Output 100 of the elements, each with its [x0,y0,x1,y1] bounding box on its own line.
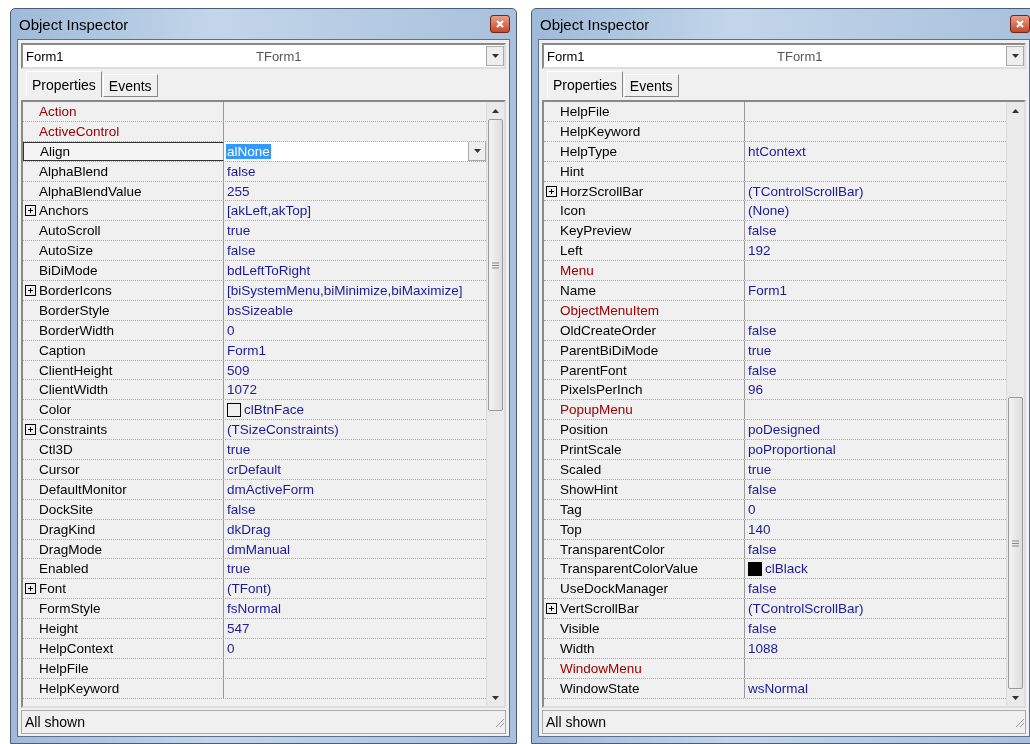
scrollbar[interactable] [486,102,504,706]
property-name[interactable]: Constraints [23,420,224,440]
window-title: Object Inspector [18,15,129,33]
property-name[interactable]: BorderWidth [23,320,224,340]
property-name[interactable]: Tag [544,499,745,519]
scroll-down-icon[interactable] [492,695,499,700]
property-name[interactable]: Top [544,519,745,539]
dropdown-button[interactable] [1006,46,1024,66]
property-value: (TControlScrollBar) [748,601,864,617]
property-name[interactable]: VertScrollBar [544,599,745,619]
scroll-down-icon[interactable] [1012,695,1019,700]
property-name[interactable]: ActiveControl [23,121,224,141]
expand-icon[interactable] [546,603,557,615]
property-name[interactable]: HelpFile [23,658,224,678]
property-name[interactable]: BorderIcons [23,281,224,300]
property-value: bsSizeable [227,302,294,318]
tab[interactable]: Properties [547,71,623,97]
property-name[interactable]: WindowState [544,678,745,698]
scroll-thumb[interactable] [1008,397,1023,689]
object-selector[interactable]: Form1 TForm1 [21,43,506,69]
expand-icon[interactable] [25,583,36,595]
property-name[interactable]: HelpKeyword [23,678,224,698]
property-name[interactable]: PopupMenu [544,400,745,420]
property-name[interactable]: AutoScroll [23,221,224,241]
object-type: TForm1 [777,48,824,64]
property-name[interactable]: DefaultMonitor [23,479,224,499]
property-name[interactable]: Anchors [23,201,224,221]
expand-icon[interactable] [25,205,36,217]
property-name[interactable]: HelpContext [23,639,224,658]
property-name[interactable]: TransparentColorValue [544,559,745,579]
expand-icon[interactable] [546,185,557,197]
property-name[interactable]: Height [23,619,224,639]
dropdown-button[interactable] [486,46,504,66]
property-name[interactable]: HorzScrollBar [544,181,745,201]
property-name[interactable]: ClientHeight [23,360,224,380]
property-name[interactable]: Cursor [23,460,224,479]
property-name[interactable]: ObjectMenuItem [544,300,745,320]
property-name[interactable]: HelpType [544,141,745,161]
property-name[interactable]: TransparentColor [544,539,745,559]
property-name[interactable]: PixelsPerInch [544,380,745,400]
expand-icon[interactable] [25,424,36,436]
property-name[interactable]: Hint [544,161,745,181]
property-name[interactable]: WindowMenu [544,658,745,678]
property-name[interactable]: Font [23,579,224,599]
property-name[interactable]: PrintScale [544,440,745,460]
property-name[interactable]: ParentBiDiMode [544,340,745,360]
property-name[interactable]: ClientWidth [23,380,224,400]
property-name[interactable]: Scaled [544,460,745,479]
property-name[interactable]: Left [544,241,745,261]
object-selector[interactable]: Form1 TForm1 [542,43,1026,69]
property-name[interactable]: Caption [23,340,224,360]
property-name[interactable]: AutoSize [23,241,224,261]
property-value: false [748,481,777,497]
tab[interactable]: Properties [26,71,102,97]
tab[interactable]: Events [623,74,679,97]
resize-grip-icon[interactable] [1013,716,1025,728]
property-name[interactable]: UseDockManager [544,579,745,599]
property-name[interactable]: BiDiMode [23,261,224,280]
property-name[interactable]: Visible [544,619,745,639]
property-name[interactable]: OldCreateOrder [544,320,745,340]
property-name[interactable]: ShowHint [544,479,745,499]
property-name[interactable]: AlphaBlendValue [23,181,224,201]
expand-icon[interactable] [25,284,36,296]
property-value: dkDrag [227,521,271,537]
property-name[interactable]: KeyPreview [544,221,745,241]
property-name[interactable]: Ctl3D [23,440,224,460]
caret-icon[interactable] [1011,54,1019,58]
property-name[interactable]: ParentFont [544,360,745,380]
close-button[interactable] [1010,15,1030,33]
property-name[interactable]: HelpFile [544,102,745,121]
property-value: true [748,461,772,477]
property-value: false [748,621,777,637]
scroll-up-icon[interactable] [1012,108,1019,113]
property-name[interactable]: Menu [544,261,745,280]
dropdown-button[interactable] [468,141,486,161]
property-name[interactable]: AlphaBlend [23,161,224,181]
property-name[interactable]: Action [23,102,224,121]
property-value: (TFont) [227,581,272,597]
close-button[interactable] [490,15,510,33]
property-name[interactable]: Icon [544,201,745,221]
property-name[interactable]: Name [544,281,745,300]
property-name[interactable]: Enabled [23,559,224,579]
tab[interactable]: Events [102,74,158,97]
property-value: false [227,501,256,517]
property-name[interactable]: FormStyle [23,599,224,619]
property-name[interactable]: DragKind [23,519,224,539]
resize-grip-icon[interactable] [493,716,505,728]
property-name[interactable]: DragMode [23,539,224,559]
property-name[interactable]: DockSite [23,499,224,519]
property-name[interactable]: HelpKeyword [544,121,745,141]
property-name[interactable]: BorderStyle [23,300,224,320]
property-value: 0 [227,641,235,656]
scroll-thumb[interactable] [488,119,503,411]
property-name[interactable]: Color [23,400,224,420]
scrollbar[interactable] [1006,102,1024,706]
caret-icon[interactable] [491,54,499,58]
caret-icon[interactable] [473,149,481,154]
property-name[interactable]: Position [544,420,745,440]
scroll-up-icon[interactable] [492,108,499,113]
property-name[interactable]: Width [544,639,745,658]
